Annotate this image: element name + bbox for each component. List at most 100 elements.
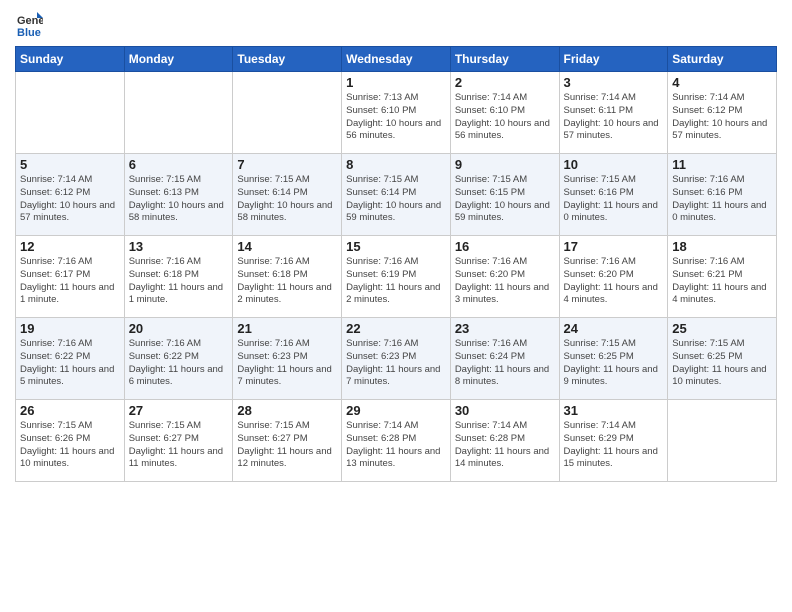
day-cell: 5 Sunrise: 7:14 AMSunset: 6:12 PMDaylight…: [16, 154, 125, 236]
day-number: 27: [129, 403, 229, 418]
day-info: Sunrise: 7:15 AMSunset: 6:25 PMDaylight:…: [672, 338, 772, 389]
day-cell: 13 Sunrise: 7:16 AMSunset: 6:18 PMDayligh…: [124, 236, 233, 318]
day-info: Sunrise: 7:15 AMSunset: 6:16 PMDaylight:…: [564, 174, 664, 225]
day-number: 15: [346, 239, 446, 254]
day-info: Sunrise: 7:13 AMSunset: 6:10 PMDaylight:…: [346, 92, 446, 143]
day-number: 11: [672, 157, 772, 172]
day-info: Sunrise: 7:15 AMSunset: 6:15 PMDaylight:…: [455, 174, 555, 225]
day-cell: 17 Sunrise: 7:16 AMSunset: 6:20 PMDayligh…: [559, 236, 668, 318]
day-number: 10: [564, 157, 664, 172]
day-cell: 1 Sunrise: 7:13 AMSunset: 6:10 PMDaylight…: [342, 72, 451, 154]
day-number: 8: [346, 157, 446, 172]
weekday-header-thursday: Thursday: [450, 47, 559, 72]
day-cell: 25 Sunrise: 7:15 AMSunset: 6:25 PMDayligh…: [668, 318, 777, 400]
page: General Blue SundayMondayTuesdayWednesda…: [0, 0, 792, 612]
day-cell: 21 Sunrise: 7:16 AMSunset: 6:23 PMDayligh…: [233, 318, 342, 400]
day-info: Sunrise: 7:15 AMSunset: 6:27 PMDaylight:…: [237, 420, 337, 471]
week-row-1: 1 Sunrise: 7:13 AMSunset: 6:10 PMDaylight…: [16, 72, 777, 154]
week-row-5: 26Sunrise: 7:15 AMSunset: 6:26 PMDayligh…: [16, 400, 777, 482]
header: General Blue: [15, 10, 777, 38]
day-cell: 18 Sunrise: 7:16 AMSunset: 6:21 PMDayligh…: [668, 236, 777, 318]
day-number: 30: [455, 403, 555, 418]
logo-icon: General Blue: [15, 10, 43, 38]
day-cell: 20 Sunrise: 7:16 AMSunset: 6:22 PMDayligh…: [124, 318, 233, 400]
day-info: Sunrise: 7:14 AMSunset: 6:11 PMDaylight:…: [564, 92, 664, 143]
day-number: 25: [672, 321, 772, 336]
day-cell: [233, 72, 342, 154]
day-number: 7: [237, 157, 337, 172]
weekday-header-sunday: Sunday: [16, 47, 125, 72]
day-info: Sunrise: 7:16 AMSunset: 6:18 PMDaylight:…: [129, 256, 229, 307]
day-cell: 22 Sunrise: 7:16 AMSunset: 6:23 PMDayligh…: [342, 318, 451, 400]
day-number: 22: [346, 321, 446, 336]
day-info: Sunrise: 7:15 AMSunset: 6:26 PMDaylight:…: [20, 420, 120, 471]
day-info: Sunrise: 7:16 AMSunset: 6:16 PMDaylight:…: [672, 174, 772, 225]
svg-text:Blue: Blue: [17, 27, 41, 38]
day-number: 14: [237, 239, 337, 254]
day-info: Sunrise: 7:16 AMSunset: 6:20 PMDaylight:…: [564, 256, 664, 307]
week-row-3: 12Sunrise: 7:16 AMSunset: 6:17 PMDayligh…: [16, 236, 777, 318]
day-cell: 31Sunrise: 7:14 AMSunset: 6:29 PMDayligh…: [559, 400, 668, 482]
day-cell: 3 Sunrise: 7:14 AMSunset: 6:11 PMDaylight…: [559, 72, 668, 154]
day-number: 21: [237, 321, 337, 336]
day-info: Sunrise: 7:14 AMSunset: 6:29 PMDaylight:…: [564, 420, 664, 471]
day-cell: 16 Sunrise: 7:16 AMSunset: 6:20 PMDayligh…: [450, 236, 559, 318]
day-info: Sunrise: 7:16 AMSunset: 6:19 PMDaylight:…: [346, 256, 446, 307]
day-cell: 11 Sunrise: 7:16 AMSunset: 6:16 PMDayligh…: [668, 154, 777, 236]
day-info: Sunrise: 7:16 AMSunset: 6:22 PMDaylight:…: [129, 338, 229, 389]
day-cell: 10 Sunrise: 7:15 AMSunset: 6:16 PMDayligh…: [559, 154, 668, 236]
day-number: 19: [20, 321, 120, 336]
day-cell: 6 Sunrise: 7:15 AMSunset: 6:13 PMDaylight…: [124, 154, 233, 236]
day-cell: 27 Sunrise: 7:15 AMSunset: 6:27 PMDayligh…: [124, 400, 233, 482]
day-info: Sunrise: 7:16 AMSunset: 6:23 PMDaylight:…: [237, 338, 337, 389]
day-info: Sunrise: 7:16 AMSunset: 6:21 PMDaylight:…: [672, 256, 772, 307]
day-info: Sunrise: 7:15 AMSunset: 6:14 PMDaylight:…: [237, 174, 337, 225]
weekday-header-monday: Monday: [124, 47, 233, 72]
day-number: 3: [564, 75, 664, 90]
logo: General Blue: [15, 10, 43, 38]
day-number: 6: [129, 157, 229, 172]
day-number: 16: [455, 239, 555, 254]
day-cell: 14Sunrise: 7:16 AMSunset: 6:18 PMDayligh…: [233, 236, 342, 318]
day-number: 5: [20, 157, 120, 172]
day-info: Sunrise: 7:16 AMSunset: 6:22 PMDaylight:…: [20, 338, 120, 389]
day-number: 17: [564, 239, 664, 254]
day-info: Sunrise: 7:15 AMSunset: 6:14 PMDaylight:…: [346, 174, 446, 225]
day-info: Sunrise: 7:14 AMSunset: 6:12 PMDaylight:…: [20, 174, 120, 225]
day-info: Sunrise: 7:14 AMSunset: 6:12 PMDaylight:…: [672, 92, 772, 143]
day-number: 1: [346, 75, 446, 90]
day-cell: 30Sunrise: 7:14 AMSunset: 6:28 PMDayligh…: [450, 400, 559, 482]
day-cell: 7 Sunrise: 7:15 AMSunset: 6:14 PMDaylight…: [233, 154, 342, 236]
day-info: Sunrise: 7:16 AMSunset: 6:20 PMDaylight:…: [455, 256, 555, 307]
weekday-header-saturday: Saturday: [668, 47, 777, 72]
day-info: Sunrise: 7:14 AMSunset: 6:10 PMDaylight:…: [455, 92, 555, 143]
day-number: 2: [455, 75, 555, 90]
day-number: 4: [672, 75, 772, 90]
day-info: Sunrise: 7:16 AMSunset: 6:23 PMDaylight:…: [346, 338, 446, 389]
day-cell: [668, 400, 777, 482]
day-number: 9: [455, 157, 555, 172]
day-info: Sunrise: 7:16 AMSunset: 6:24 PMDaylight:…: [455, 338, 555, 389]
day-info: Sunrise: 7:15 AMSunset: 6:13 PMDaylight:…: [129, 174, 229, 225]
day-cell: 12Sunrise: 7:16 AMSunset: 6:17 PMDayligh…: [16, 236, 125, 318]
day-number: 24: [564, 321, 664, 336]
weekday-header-wednesday: Wednesday: [342, 47, 451, 72]
day-info: Sunrise: 7:14 AMSunset: 6:28 PMDaylight:…: [346, 420, 446, 471]
day-info: Sunrise: 7:15 AMSunset: 6:25 PMDaylight:…: [564, 338, 664, 389]
day-number: 23: [455, 321, 555, 336]
day-cell: [16, 72, 125, 154]
day-number: 18: [672, 239, 772, 254]
day-number: 13: [129, 239, 229, 254]
weekday-header-friday: Friday: [559, 47, 668, 72]
weekday-header-row: SundayMondayTuesdayWednesdayThursdayFrid…: [16, 47, 777, 72]
week-row-2: 5 Sunrise: 7:14 AMSunset: 6:12 PMDaylight…: [16, 154, 777, 236]
day-info: Sunrise: 7:15 AMSunset: 6:27 PMDaylight:…: [129, 420, 229, 471]
day-cell: 15 Sunrise: 7:16 AMSunset: 6:19 PMDayligh…: [342, 236, 451, 318]
week-row-4: 19 Sunrise: 7:16 AMSunset: 6:22 PMDayligh…: [16, 318, 777, 400]
day-info: Sunrise: 7:16 AMSunset: 6:17 PMDaylight:…: [20, 256, 120, 307]
day-number: 28: [237, 403, 337, 418]
day-number: 20: [129, 321, 229, 336]
day-cell: 19 Sunrise: 7:16 AMSunset: 6:22 PMDayligh…: [16, 318, 125, 400]
day-cell: 4 Sunrise: 7:14 AMSunset: 6:12 PMDaylight…: [668, 72, 777, 154]
day-cell: 28 Sunrise: 7:15 AMSunset: 6:27 PMDayligh…: [233, 400, 342, 482]
